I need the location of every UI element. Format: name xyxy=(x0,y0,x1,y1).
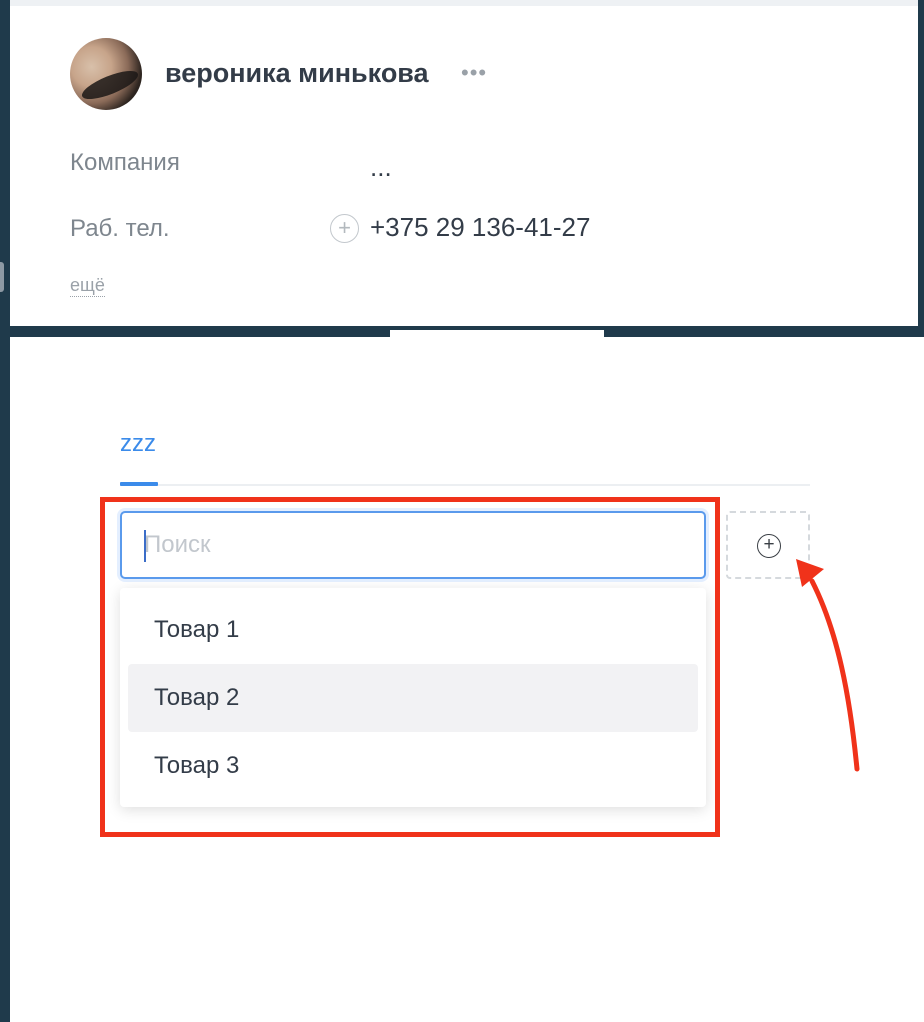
contact-card: вероника минькова ••• Компания ... Раб. … xyxy=(10,0,918,326)
annotation-arrow-icon xyxy=(796,559,860,772)
tabs-divider xyxy=(120,484,810,486)
active-tab-underline xyxy=(120,482,158,486)
company-label: Компания xyxy=(70,149,180,176)
more-dots-icon[interactable]: ••• xyxy=(461,62,487,84)
products-panel: zzz + Товар 1 Товар 2 Товар 3 xyxy=(10,337,924,1022)
annotation-highlight-box xyxy=(100,497,720,837)
work-phone-value[interactable]: +375 29 136-41-27 xyxy=(370,212,590,243)
more-fields-link[interactable]: ещё xyxy=(70,274,105,297)
plus-circle-icon: + xyxy=(757,534,781,558)
side-handle[interactable] xyxy=(0,262,4,292)
tab-zzz[interactable]: zzz xyxy=(120,430,156,458)
active-section-indicator xyxy=(390,330,604,337)
work-phone-label: Раб. тел. xyxy=(70,215,170,242)
avatar[interactable] xyxy=(70,38,142,110)
company-value[interactable]: ... xyxy=(370,152,392,183)
contact-name[interactable]: вероника минькова xyxy=(165,58,429,89)
add-phone-icon[interactable]: + xyxy=(330,214,359,243)
